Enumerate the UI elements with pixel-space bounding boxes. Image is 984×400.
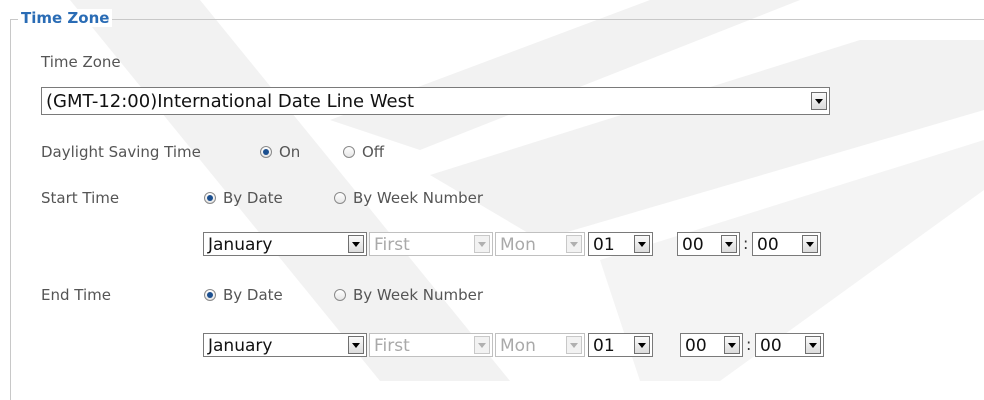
end-weekday-select: Mon — [495, 333, 585, 357]
chevron-down-icon[interactable] — [634, 336, 650, 354]
start-weekday-select: Mon — [495, 232, 585, 256]
end-hour-select[interactable]: 00 — [680, 333, 743, 357]
dst-off-label: Off — [362, 143, 385, 161]
start-hour-select[interactable]: 00 — [677, 232, 740, 256]
start-month-select[interactable]: January — [203, 232, 367, 256]
chevron-down-icon[interactable] — [802, 235, 818, 253]
end-week-select: First — [369, 333, 493, 357]
end-by-week-label: By Week Number — [353, 286, 484, 304]
end-by-date-radio[interactable] — [204, 289, 216, 301]
chevron-down-icon[interactable] — [348, 336, 364, 354]
start-by-week-label: By Week Number — [353, 189, 484, 207]
end-by-date-label: By Date — [223, 286, 283, 304]
end-month-select[interactable]: January — [203, 333, 367, 357]
timezone-label: Time Zone — [41, 53, 121, 71]
timezone-select[interactable]: (GMT-12:00)International Date Line West — [41, 87, 830, 115]
end-hour-value: 00 — [685, 336, 707, 356]
end-minute-select[interactable]: 00 — [755, 333, 824, 357]
start-by-date-radio[interactable] — [204, 192, 216, 204]
end-week-value: First — [374, 336, 410, 356]
end-day-select[interactable]: 01 — [588, 333, 653, 357]
start-by-week-radio[interactable] — [334, 192, 346, 204]
start-by-date-label: By Date — [223, 189, 283, 207]
chevron-down-icon — [566, 336, 582, 354]
start-day-value: 01 — [593, 235, 615, 255]
chevron-down-icon[interactable] — [724, 336, 740, 354]
dst-on-label: On — [279, 143, 301, 161]
end-by-week-radio[interactable] — [334, 289, 346, 301]
start-weekday-value: Mon — [500, 235, 536, 255]
chevron-down-icon[interactable] — [634, 235, 650, 253]
dst-off-radio[interactable] — [343, 146, 355, 158]
chevron-down-icon — [566, 235, 582, 253]
chevron-down-icon — [474, 235, 490, 253]
start-minute-value: 00 — [757, 235, 779, 255]
start-month-value: January — [208, 235, 273, 255]
chevron-down-icon[interactable] — [348, 235, 364, 253]
start-week-select: First — [369, 232, 493, 256]
timezone-value: (GMT-12:00)International Date Line West — [46, 91, 415, 112]
chevron-down-icon[interactable] — [721, 235, 737, 253]
end-minute-value: 00 — [760, 336, 782, 356]
start-week-value: First — [374, 235, 410, 255]
end-time-label: End Time — [41, 286, 111, 304]
start-time-label: Start Time — [41, 189, 120, 207]
chevron-down-icon[interactable] — [811, 92, 827, 110]
start-day-select[interactable]: 01 — [588, 232, 653, 256]
section-legend: Time Zone — [18, 9, 113, 27]
time-separator: : — [746, 335, 752, 354]
end-month-value: January — [208, 336, 273, 356]
start-hour-value: 00 — [682, 235, 704, 255]
chevron-down-icon — [474, 336, 490, 354]
end-weekday-value: Mon — [500, 336, 536, 356]
end-day-value: 01 — [593, 336, 615, 356]
dst-on-radio[interactable] — [260, 146, 272, 158]
time-separator: : — [743, 234, 749, 253]
chevron-down-icon[interactable] — [805, 336, 821, 354]
start-minute-select[interactable]: 00 — [752, 232, 821, 256]
dst-label: Daylight Saving Time — [41, 143, 201, 161]
